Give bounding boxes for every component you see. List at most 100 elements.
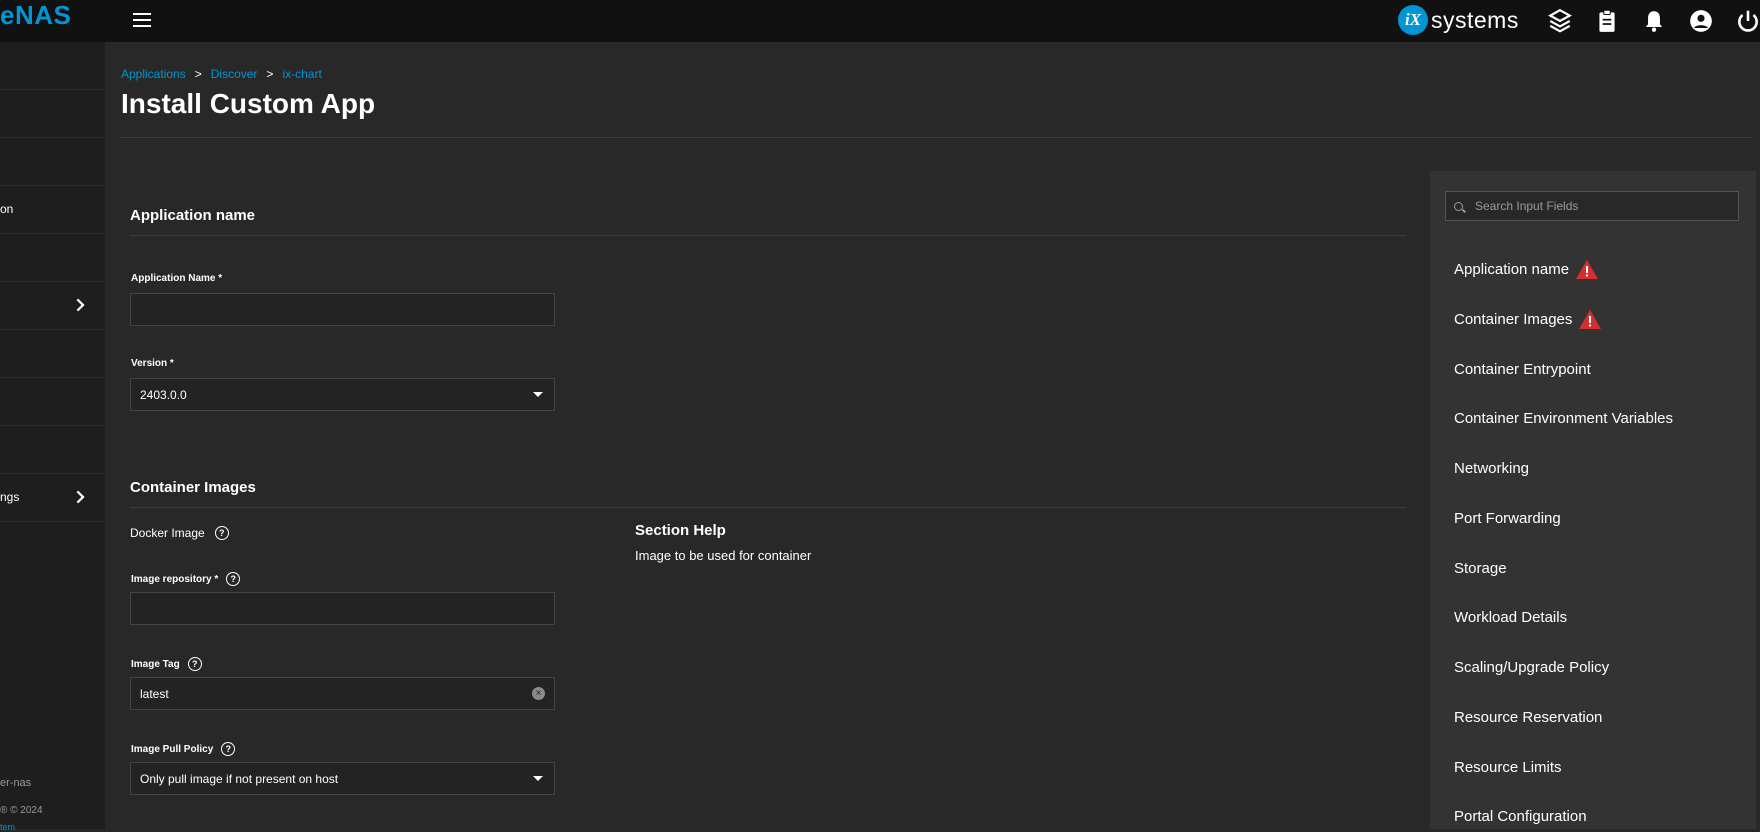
bell-icon[interactable] — [1641, 8, 1667, 34]
sidebar-item-4[interactable]: on — [0, 186, 105, 234]
label-text: Image repository * — [131, 573, 219, 585]
sidebar-item-6[interactable] — [0, 282, 105, 330]
label-text: Version * — [131, 358, 174, 369]
section-help-text: Image to be used for container — [635, 548, 812, 563]
nav-section-storage[interactable]: Storage — [1454, 560, 1507, 577]
nav-section-label: Storage — [1454, 560, 1507, 577]
nav-section-label: Portal Configuration — [1454, 808, 1587, 825]
nav-section-resource-reservation[interactable]: Resource Reservation — [1454, 709, 1602, 726]
clipboard-icon[interactable] — [1594, 8, 1620, 34]
nav-section-container-environment-variables[interactable]: Container Environment Variables — [1454, 410, 1673, 427]
nav-section-label: Workload Details — [1454, 609, 1568, 626]
copyright-label: ® © 2024 — [0, 805, 43, 816]
breadcrumb-ix-chart[interactable]: ix-chart — [282, 67, 321, 81]
section-navigation-panel: Search Input Fields Application name Con… — [1430, 171, 1756, 829]
breadcrumb: Applications > Discover > ix-chart — [121, 67, 322, 81]
chevron-right-icon — [76, 490, 85, 504]
chevron-right-icon — [76, 298, 85, 312]
breadcrumb-discover[interactable]: Discover — [211, 67, 258, 81]
section-divider — [130, 507, 1406, 508]
nav-section-networking[interactable]: Networking — [1454, 460, 1529, 477]
sidebar: on ngs er-nas ® © 2024 tem — [0, 42, 105, 832]
breadcrumb-applications[interactable]: Applications — [121, 67, 186, 81]
page-title: Install Custom App — [121, 88, 376, 119]
image-repository-input[interactable] — [130, 592, 555, 625]
clear-icon[interactable]: × — [532, 687, 545, 700]
label-text: Application Name * — [131, 273, 223, 284]
image-repository-label: Image repository * ? — [131, 572, 241, 586]
brand-name: systems — [1431, 6, 1519, 33]
version-select[interactable]: 2403.0.0 — [130, 378, 555, 411]
nav-section-container-entrypoint[interactable]: Container Entrypoint — [1454, 361, 1591, 378]
search-input-fields[interactable]: Search Input Fields — [1445, 191, 1739, 221]
field-value: 2403.0.0 — [140, 387, 187, 402]
sidebar-item-9[interactable] — [0, 426, 105, 474]
sidebar-item-3[interactable] — [0, 138, 105, 186]
section-title-application-name: Application name — [130, 207, 256, 224]
truecommand-icon[interactable] — [1547, 8, 1573, 34]
label-text: Docker Image — [130, 526, 205, 540]
footer-link[interactable]: tem — [0, 822, 15, 832]
ixsystems-logo[interactable]: iX systems — [1398, 4, 1519, 36]
section-title-container-images: Container Images — [130, 479, 256, 496]
nav-section-portal-configuration[interactable]: Portal Configuration — [1454, 808, 1587, 825]
field-value: Only pull image if not present on host — [140, 771, 339, 786]
sidebar-item-10[interactable]: ngs — [0, 474, 105, 522]
sidebar-item-label: on — [0, 202, 14, 216]
hostname-label: er-nas — [0, 777, 32, 789]
title-divider — [121, 137, 1753, 138]
search-placeholder: Search Input Fields — [1475, 199, 1579, 213]
power-icon[interactable] — [1735, 8, 1760, 34]
section-help-title: Section Help — [635, 522, 726, 539]
nav-section-label: Container Environment Variables — [1454, 410, 1674, 427]
truenas-logo[interactable]: eNAS — [0, 0, 71, 31]
field-value: latest — [140, 686, 169, 701]
sidebar-item-2[interactable] — [0, 90, 105, 138]
nav-section-label: Resource Reservation — [1454, 709, 1603, 726]
help-icon[interactable]: ? — [221, 742, 236, 756]
top-bar: eNAS iX systems — [0, 0, 1760, 42]
help-icon[interactable]: ? — [226, 572, 241, 586]
nav-section-label: Container Entrypoint — [1454, 361, 1591, 378]
hamburger-menu-icon[interactable] — [130, 9, 154, 33]
nav-section-workload-details[interactable]: Workload Details — [1454, 609, 1567, 626]
sidebar-item-8[interactable] — [0, 378, 105, 426]
version-label: Version * — [131, 358, 174, 369]
application-name-label: Application Name * — [131, 273, 222, 284]
nav-section-resource-limits[interactable]: Resource Limits — [1454, 759, 1562, 776]
nav-section-label: Container Images — [1454, 311, 1573, 328]
image-pull-policy-select[interactable]: Only pull image if not present on host — [130, 762, 555, 795]
warning-icon — [1576, 260, 1599, 279]
breadcrumb-separator: > — [194, 67, 202, 81]
warning-icon — [1579, 310, 1602, 329]
label-text: Image Pull Policy — [131, 743, 214, 755]
sidebar-item-5[interactable] — [0, 234, 105, 282]
docker-image-label: Docker Image ? — [130, 526, 229, 540]
nav-section-label: Scaling/Upgrade Policy — [1454, 659, 1610, 676]
dropdown-arrow-icon — [533, 392, 543, 397]
application-name-input[interactable] — [130, 293, 555, 326]
nav-section-scaling-upgrade-policy[interactable]: Scaling/Upgrade Policy — [1454, 659, 1609, 676]
label-text: Image Tag — [131, 658, 180, 670]
section-divider — [130, 235, 1406, 236]
help-icon[interactable]: ? — [214, 526, 229, 540]
nav-section-container-images[interactable]: Container Images — [1454, 309, 1602, 330]
nav-section-label: Networking — [1454, 460, 1530, 477]
nav-section-application-name[interactable]: Application name — [1454, 259, 1599, 280]
nav-section-label: Resource Limits — [1454, 759, 1562, 776]
image-tag-input[interactable]: latest × — [130, 677, 555, 710]
image-pull-policy-label: Image Pull Policy ? — [131, 742, 236, 756]
ix-badge: iX — [1398, 5, 1428, 35]
breadcrumb-separator: > — [266, 67, 274, 81]
nav-section-label: Port Forwarding — [1454, 510, 1561, 527]
dropdown-arrow-icon — [533, 776, 543, 781]
sidebar-item-1[interactable] — [0, 42, 105, 90]
nav-section-label: Application name — [1454, 261, 1570, 278]
sidebar-item-7[interactable] — [0, 330, 105, 378]
search-icon — [1454, 201, 1463, 211]
nav-section-port-forwarding[interactable]: Port Forwarding — [1454, 510, 1561, 527]
sidebar-item-label: ngs — [0, 490, 20, 504]
account-icon[interactable] — [1688, 8, 1714, 34]
help-icon[interactable]: ? — [187, 657, 202, 671]
image-tag-label: Image Tag ? — [131, 657, 202, 671]
